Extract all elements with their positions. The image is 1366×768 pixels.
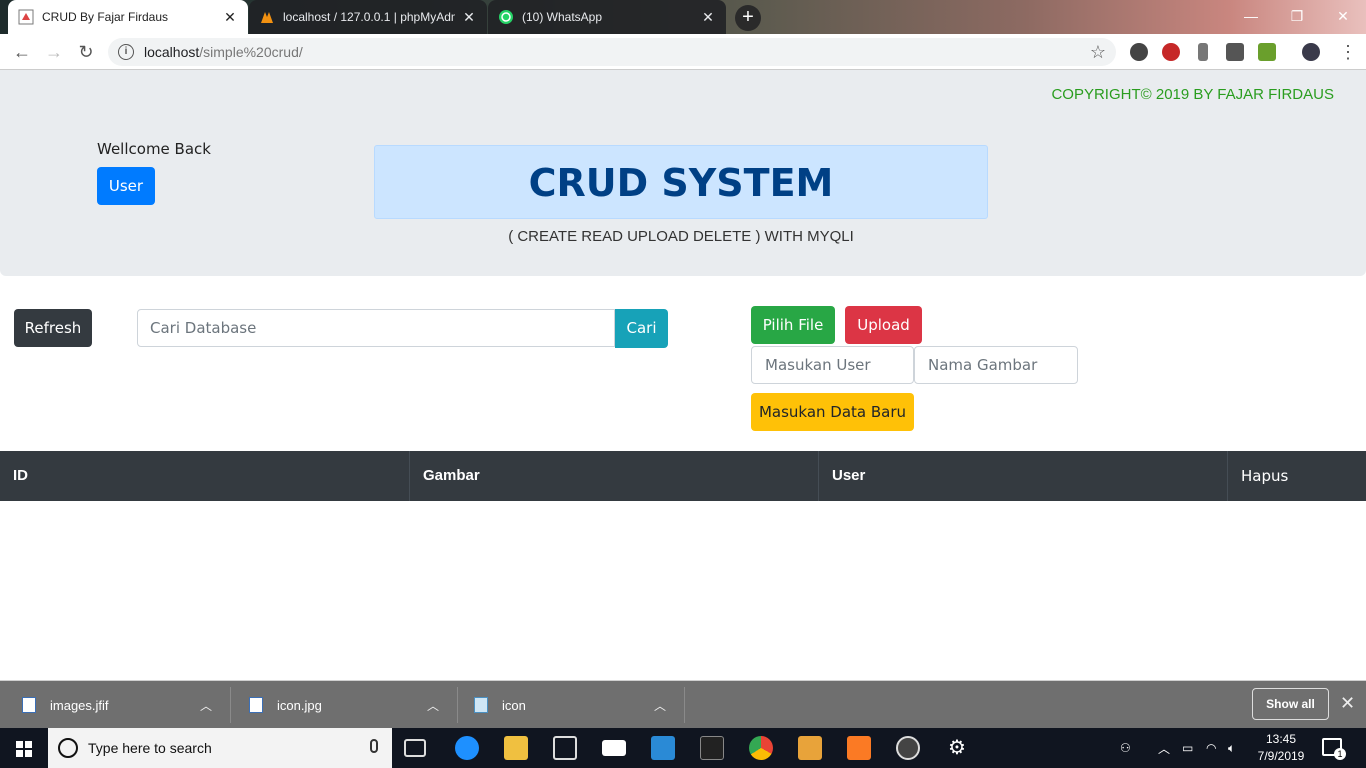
windows-taskbar: Type here to search ⚙ ⚇ ︿ ▭ ◠ 🔈︎ 13:45 7… (0, 728, 1366, 768)
restore-icon[interactable]: ❐ (1274, 0, 1320, 34)
user-input[interactable] (751, 346, 914, 384)
phpmyadmin-icon (259, 9, 275, 25)
forward-arrow-icon[interactable]: → (42, 40, 66, 64)
chrome-icon[interactable] (749, 736, 773, 760)
page-title: CRUD SYSTEM (528, 161, 834, 205)
kali-terminal-icon[interactable] (700, 736, 724, 760)
windows-logo-icon (16, 741, 32, 757)
taskbar-search-box[interactable]: Type here to search (48, 728, 392, 768)
tab-whatsapp[interactable]: (10) WhatsApp ✕ (488, 0, 726, 34)
chevron-up-icon[interactable]: ︿ (200, 697, 212, 714)
battery-icon[interactable]: ▭ (1182, 728, 1193, 768)
taskbar-search-placeholder: Type here to search (88, 740, 212, 756)
clock-date: 7/9/2019 (1257, 749, 1305, 763)
info-icon[interactable]: i (118, 44, 134, 60)
column-header-hapus: Hapus (1241, 467, 1289, 485)
show-all-button[interactable]: Show all (1252, 688, 1329, 720)
edge-browser-icon[interactable] (455, 736, 479, 760)
close-icon[interactable]: ✕ (1340, 693, 1355, 714)
clock-time: 13:45 (1265, 732, 1297, 746)
store-icon[interactable] (553, 736, 577, 760)
cortana-icon (58, 738, 78, 758)
title-alert-box: CRUD SYSTEM (374, 145, 988, 219)
column-header-id: ID (0, 451, 410, 501)
address-bar[interactable]: i localhost/simple%20crud/ ☆ (108, 38, 1116, 66)
file-icon (249, 697, 263, 713)
file-icon (474, 697, 488, 713)
action-center-icon[interactable]: 1 (1322, 738, 1346, 760)
welcome-text: Wellcome Back (97, 140, 211, 158)
user-button[interactable]: User (97, 167, 155, 205)
xampp-icon[interactable] (847, 736, 871, 760)
vscode-icon[interactable] (651, 736, 675, 760)
file-icon (22, 697, 36, 713)
s-extension-icon[interactable] (1226, 43, 1244, 61)
extension-icon[interactable] (1258, 43, 1276, 61)
system-clock[interactable]: 13:45 7/9/2019 (1252, 731, 1310, 765)
download-filename: images.jfif (50, 697, 109, 713)
search-button[interactable]: Cari (615, 309, 668, 348)
tab-title: localhost / 127.0.0.1 | phpMyAdmin (283, 10, 455, 24)
choose-file-button[interactable]: Pilih File (751, 306, 835, 344)
task-view-icon[interactable] (404, 739, 426, 757)
minimize-icon[interactable]: — (1228, 0, 1274, 34)
browser-toolbar: ← → ↻ i localhost/simple%20crud/ ☆ ⋮ (0, 34, 1366, 70)
obs-icon[interactable] (896, 736, 920, 760)
adblock-icon[interactable] (1162, 43, 1180, 61)
page-favicon-icon (18, 9, 34, 25)
people-icon[interactable]: ⚇ (1120, 728, 1131, 768)
file-explorer-icon[interactable] (504, 736, 528, 760)
download-filename: icon (502, 697, 526, 713)
header-jumbotron: COPYRIGHT© 2019 BY FAJAR FIRDAUS Wellcom… (0, 70, 1366, 276)
data-table-header: ID Gambar User Hapus (0, 451, 1366, 501)
start-button[interactable] (0, 728, 48, 768)
bookmark-star-icon[interactable]: ☆ (1090, 42, 1106, 63)
microphone-icon[interactable] (370, 739, 378, 753)
tab-crud[interactable]: CRUD By Fajar Firdaus ✕ (8, 0, 248, 34)
tab-title: CRUD By Fajar Firdaus (42, 10, 169, 24)
search-input[interactable] (137, 309, 615, 347)
close-icon[interactable]: ✕ (700, 9, 716, 26)
divider (230, 687, 231, 723)
divider (684, 687, 685, 723)
refresh-button[interactable]: Refresh (14, 309, 92, 347)
divider (457, 687, 458, 723)
volume-icon[interactable]: 🔈︎ (1228, 728, 1235, 768)
mail-icon[interactable] (602, 740, 626, 756)
insert-data-button[interactable]: Masukan Data Baru (751, 393, 914, 431)
notification-count: 1 (1334, 748, 1346, 760)
whatsapp-icon (498, 9, 514, 25)
download-filename: icon.jpg (277, 697, 322, 713)
close-icon[interactable]: ✕ (461, 9, 477, 26)
menu-kebab-icon[interactable]: ⋮ (1336, 40, 1360, 64)
reload-icon[interactable]: ↻ (74, 40, 98, 64)
url-text: localhost/simple%20crud/ (144, 44, 303, 60)
tab-title: (10) WhatsApp (522, 10, 603, 24)
chevron-up-icon[interactable]: ︿ (1158, 728, 1170, 768)
wifi-icon[interactable]: ◠ (1206, 728, 1216, 768)
new-tab-button[interactable]: + (735, 5, 761, 31)
copyright-text: COPYRIGHT© 2019 BY FAJAR FIRDAUS (1051, 86, 1334, 103)
column-header-gambar: Gambar (410, 451, 819, 501)
chevron-up-icon[interactable]: ︿ (427, 697, 439, 714)
upload-button[interactable]: Upload (845, 306, 922, 344)
download-bar: images.jfif ︿ icon.jpg ︿ icon ︿ Show all… (0, 680, 1366, 728)
media-player-icon[interactable] (798, 736, 822, 760)
column-header-user: User (819, 451, 1228, 501)
download-item[interactable]: images.jfif ︿ (22, 681, 222, 729)
extension-icon[interactable] (1130, 43, 1148, 61)
tab-phpmyadmin[interactable]: localhost / 127.0.0.1 | phpMyAdmin ✕ (249, 0, 487, 34)
back-arrow-icon[interactable]: ← (10, 40, 34, 64)
browser-tab-strip: CRUD By Fajar Firdaus ✕ localhost / 127.… (0, 0, 1366, 34)
settings-gear-icon[interactable]: ⚙ (945, 736, 969, 760)
image-name-input[interactable] (914, 346, 1078, 384)
window-close-icon[interactable]: ✕ (1320, 0, 1366, 34)
page-subtitle: ( CREATE READ UPLOAD DELETE ) WITH MYQLI (508, 228, 854, 245)
download-item[interactable]: icon.jpg ︿ (249, 681, 449, 729)
close-icon[interactable]: ✕ (222, 9, 238, 26)
chevron-up-icon[interactable]: ︿ (654, 697, 666, 714)
profile-avatar-icon[interactable] (1302, 43, 1320, 61)
download-item[interactable]: icon ︿ (474, 681, 674, 729)
extension-icon[interactable] (1198, 43, 1208, 61)
